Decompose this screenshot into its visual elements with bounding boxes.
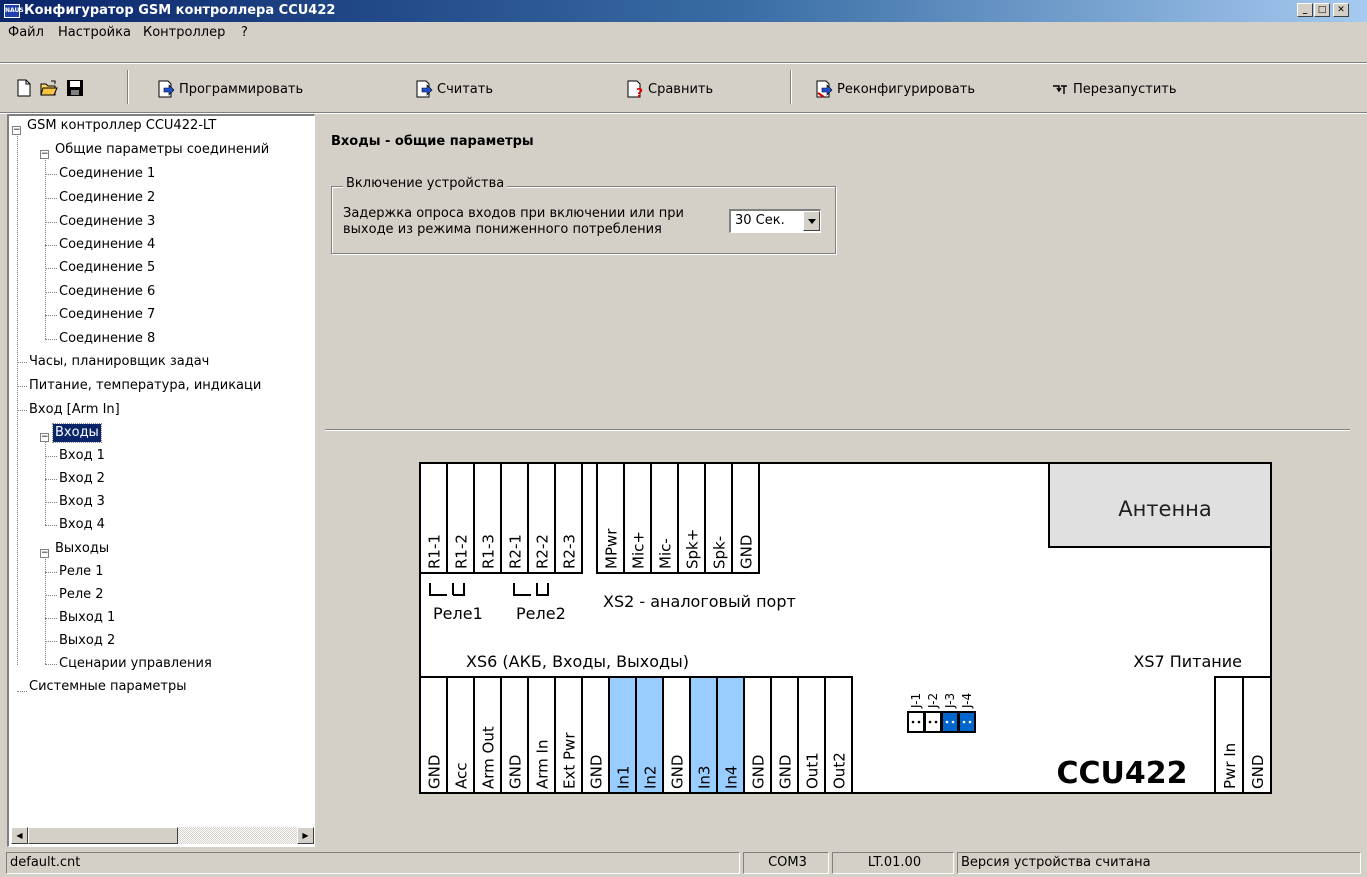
terminal-label: MPwr bbox=[603, 528, 621, 569]
terminal-label: GND bbox=[507, 755, 525, 789]
jumper-label: J-3 bbox=[943, 693, 957, 709]
board-diagram: Антенна R1-1 R1-2 R1-3 R2-1 R2-2 R2-3 MPwr Mic… bbox=[419, 462, 1272, 794]
terminal-label: GND bbox=[426, 755, 444, 789]
terminal-label: Mic- bbox=[657, 538, 675, 569]
terminal-label: R2-3 bbox=[561, 534, 579, 569]
jumper-label: J-1 bbox=[909, 693, 923, 709]
terminal-label: GND bbox=[588, 755, 606, 789]
jumper-j-4 bbox=[958, 711, 976, 733]
status-message: Версия устройства считана bbox=[957, 852, 1361, 874]
terminal-label: GND bbox=[669, 755, 687, 789]
jumper-pin bbox=[945, 720, 949, 724]
jumper-pin bbox=[968, 720, 972, 724]
terminal-label: GND bbox=[750, 755, 768, 789]
terminal-label: Acc bbox=[453, 763, 471, 790]
status-port: COM3 bbox=[743, 852, 829, 874]
terminal-label: Spk+ bbox=[684, 529, 702, 569]
jumper-pin bbox=[911, 720, 915, 724]
terminal-label: Spk- bbox=[711, 536, 729, 569]
terminal-label: R1-3 bbox=[480, 534, 498, 569]
jumper-pin bbox=[917, 720, 921, 724]
antenna-label: Антенна bbox=[1118, 497, 1212, 521]
status-file: default.cnt bbox=[6, 852, 740, 874]
jumper-j-3 bbox=[941, 711, 959, 733]
terminal-label: Pwr In bbox=[1221, 743, 1239, 789]
terminal-label: Out2 bbox=[831, 752, 849, 789]
terminal-label: In4 bbox=[723, 766, 741, 789]
relay2-label: Реле2 bbox=[516, 604, 566, 623]
terminal-label: R2-2 bbox=[534, 534, 552, 569]
model-label: CCU422 bbox=[1056, 756, 1187, 791]
terminal-label: In1 bbox=[615, 766, 633, 789]
jumper-label: J-2 bbox=[926, 693, 940, 709]
xs6-label: XS6 (АКБ, Входы, Выходы) bbox=[466, 652, 689, 671]
terminal-label: Mic+ bbox=[630, 531, 648, 569]
jumper-pin bbox=[951, 720, 955, 724]
jumper-j-2 bbox=[924, 711, 942, 733]
status-version: LT.01.00 bbox=[832, 852, 954, 874]
relay1-label: Реле1 bbox=[433, 604, 483, 623]
terminal-label: Arm Out bbox=[480, 726, 498, 789]
terminal-label: GND bbox=[1249, 755, 1267, 789]
terminal-label: R1-1 bbox=[426, 534, 444, 569]
xs7-label: XS7 Питание bbox=[1133, 652, 1242, 671]
terminal-label: GND bbox=[738, 535, 756, 569]
terminal-label: R1-2 bbox=[453, 534, 471, 569]
jumper-pin bbox=[962, 720, 966, 724]
xs2-label: XS2 - аналоговый порт bbox=[603, 592, 796, 611]
terminal-label: Out1 bbox=[804, 752, 822, 789]
jumper-j-1 bbox=[907, 711, 925, 733]
terminal-label: GND bbox=[777, 755, 795, 789]
terminal-label: In2 bbox=[642, 766, 660, 789]
terminal-label: Arm In bbox=[534, 740, 552, 789]
jumper-label: J-4 bbox=[960, 693, 974, 709]
terminal-label: R2-1 bbox=[507, 534, 525, 569]
jumper-pin bbox=[928, 720, 932, 724]
terminal-label: Ext Pwr bbox=[561, 732, 579, 789]
jumper-pin bbox=[934, 720, 938, 724]
terminal-label: In3 bbox=[696, 766, 714, 789]
